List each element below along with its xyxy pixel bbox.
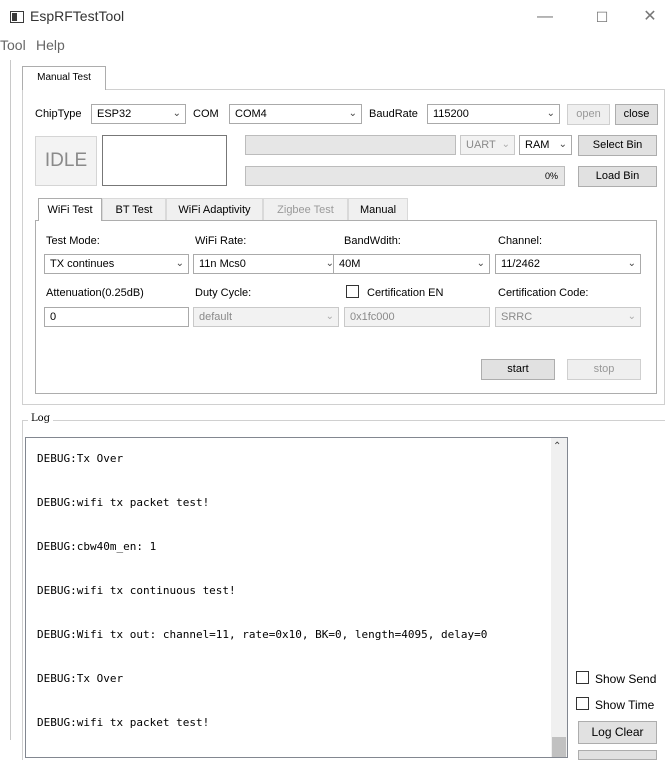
log-line: DEBUG:wifi tx packet test! <box>37 496 210 509</box>
wifi-rate-select[interactable]: 11n Mcs0 ⌄ <box>193 254 339 274</box>
tab-zigbee-test[interactable]: Zigbee Test <box>263 198 348 220</box>
download-progress-bar: 0% <box>245 166 565 186</box>
channel-select[interactable]: 11/2462 ⌄ <box>495 254 641 274</box>
channel-label: Channel: <box>498 235 543 247</box>
log-label: Log <box>28 413 54 424</box>
chevron-down-icon: ⌄ <box>558 139 567 150</box>
tab-manual-test[interactable]: Manual Test <box>22 66 106 90</box>
status-box <box>102 135 227 186</box>
chevron-down-icon: ⌄ <box>348 108 357 119</box>
memory-select[interactable]: RAM ⌄ <box>519 135 572 155</box>
show-time-checkbox[interactable] <box>576 697 589 710</box>
stop-button[interactable]: stop <box>567 359 641 380</box>
duty-cycle-label: Duty Cycle: <box>195 287 252 299</box>
chiptype-select[interactable]: ESP32 ⌄ <box>91 104 186 124</box>
log-line: DEBUG:wifi tx continuous test! <box>37 584 236 597</box>
chevron-down-icon: ⌄ <box>325 311 334 322</box>
show-send-checkbox[interactable] <box>576 671 589 684</box>
chevron-down-icon: ⌄ <box>627 258 636 269</box>
baudrate-value: 115200 <box>433 108 469 120</box>
bin-path-field <box>245 135 456 155</box>
duty-cycle-value: default <box>199 311 233 323</box>
tab-wifi-test[interactable]: WiFi Test <box>38 198 102 221</box>
status-indicator: IDLE <box>35 136 97 186</box>
show-time-label: Show Time <box>595 698 655 712</box>
duty-cycle-select[interactable]: default ⌄ <box>193 307 339 327</box>
tab-bt-test[interactable]: BT Test <box>102 198 166 220</box>
chevron-down-icon: ⌄ <box>172 108 181 119</box>
load-bin-button[interactable]: Load Bin <box>578 166 657 187</box>
log-line: DEBUG:Wifi tx out: channel=11, rate=0x10… <box>37 628 488 641</box>
certification-address-input[interactable]: 0x1fc000 <box>344 307 490 327</box>
chevron-down-icon: ⌄ <box>476 258 485 269</box>
test-mode-value: TX continues <box>50 258 115 270</box>
log-line: DEBUG:Tx Over <box>37 672 124 685</box>
show-send-label: Show Send <box>595 672 657 686</box>
memory-value: RAM <box>525 139 550 151</box>
extra-button[interactable] <box>578 750 657 760</box>
test-mode-label: Test Mode: <box>46 235 100 247</box>
app-icon <box>10 11 24 23</box>
window-title: EspRFTestTool <box>30 8 125 24</box>
chiptype-label: ChipType <box>35 108 82 120</box>
baudrate-select[interactable]: 115200 ⌄ <box>427 104 560 124</box>
open-button[interactable]: open <box>567 104 610 125</box>
log-textarea[interactable] <box>25 437 568 758</box>
chevron-down-icon: ⌄ <box>546 108 555 119</box>
attenuation-label: Attenuation(0.25dB) <box>46 287 144 299</box>
menu-tool[interactable]: Tool <box>0 37 26 53</box>
certification-code-value: SRRC <box>501 311 533 323</box>
certification-code-select[interactable]: SRRC ⌄ <box>495 307 641 327</box>
bandwidth-value: 40M <box>339 258 361 270</box>
minimize-button[interactable]: — <box>530 6 560 28</box>
scrollbar-thumb[interactable] <box>552 737 566 757</box>
com-select[interactable]: COM4 ⌄ <box>229 104 362 124</box>
start-button[interactable]: start <box>481 359 555 380</box>
chevron-down-icon: ⌄ <box>175 258 184 269</box>
attenuation-input[interactable]: 0 <box>44 307 189 327</box>
certification-en-checkbox[interactable] <box>346 285 359 298</box>
certification-code-label: Certification Code: <box>498 287 589 299</box>
menu-help[interactable]: Help <box>36 37 65 53</box>
log-line: DEBUG:wifi tx packet test! <box>37 716 210 729</box>
wifi-rate-value: 11n Mcs0 <box>199 258 246 270</box>
chevron-down-icon: ⌄ <box>627 311 636 322</box>
close-port-button[interactable]: close <box>615 104 658 125</box>
left-border <box>10 60 11 740</box>
progress-text: 0% <box>544 171 558 181</box>
com-label: COM <box>193 108 219 120</box>
scroll-up-icon[interactable]: ⌃ <box>553 441 561 452</box>
select-bin-button[interactable]: Select Bin <box>578 135 657 156</box>
chevron-down-icon: ⌄ <box>501 139 510 150</box>
maximize-button[interactable]: ☐ <box>587 6 617 28</box>
log-line: DEBUG:Tx Over <box>37 452 124 465</box>
test-mode-select[interactable]: TX continues ⌄ <box>44 254 189 274</box>
bandwidth-label: BandWdith: <box>344 235 401 247</box>
close-window-button[interactable]: ✕ <box>635 6 665 28</box>
mode-value: UART <box>466 139 496 151</box>
baudrate-label: BaudRate <box>369 108 418 120</box>
tab-wifi-adaptivity[interactable]: WiFi Adaptivity <box>166 198 263 220</box>
log-clear-button[interactable]: Log Clear <box>578 721 657 744</box>
mode-select[interactable]: UART ⌄ <box>460 135 515 155</box>
channel-value: 11/2462 <box>501 258 540 270</box>
com-value: COM4 <box>235 108 267 120</box>
tab-manual[interactable]: Manual <box>348 198 408 220</box>
log-scrollbar[interactable] <box>551 438 567 757</box>
certification-en-label: Certification EN <box>367 287 444 299</box>
bandwidth-select[interactable]: 40M ⌄ <box>333 254 490 274</box>
chiptype-value: ESP32 <box>97 108 132 120</box>
log-line: DEBUG:cbw40m_en: 1 <box>37 540 157 553</box>
wifi-rate-label: WiFi Rate: <box>195 235 247 247</box>
